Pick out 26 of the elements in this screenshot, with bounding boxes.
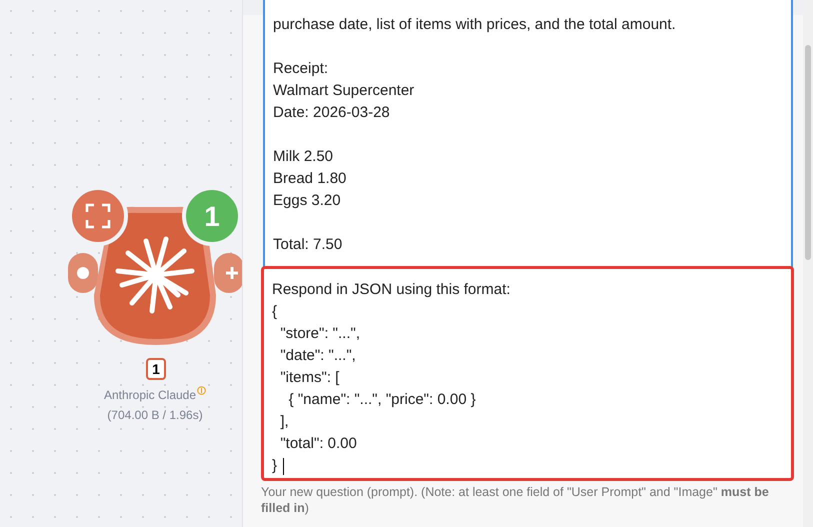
prompt-line: Eggs 3.20 <box>273 191 342 211</box>
prompt-line: { <box>272 302 278 322</box>
prompt-line: ], <box>279 412 289 432</box>
text-cursor <box>283 458 284 474</box>
prompt-line: { "name": "...", "price": 0.00 } <box>288 390 476 410</box>
run-stats: (704.00 B / 1.96s) <box>106 407 204 424</box>
module-name: Anthropic Claude <box>104 387 196 404</box>
prompt-line: "date": "...", <box>279 346 356 366</box>
prompt-line: Walmart Supercenter <box>273 81 416 101</box>
operations-count: 1 <box>204 201 220 232</box>
prompt-line: Receipt: <box>273 59 330 79</box>
prompt-line: Date: 2026-03-28 <box>273 103 391 123</box>
step-number: 1 <box>146 358 166 380</box>
prompt-line: purchase date, list of items with prices, and the total amount. <box>273 15 677 35</box>
scrollbar-thumb[interactable] <box>805 45 811 260</box>
prompt-line: Total: 7.50 <box>273 235 344 255</box>
prompt-line: "items": [ <box>279 368 340 388</box>
prompt-line: Respond in JSON using this format: <box>272 280 510 300</box>
prompt-line: "total": 0.00 <box>279 434 357 454</box>
coin-icon <box>197 386 206 395</box>
field-hint: Your new question (prompt). (Note: at least one field of "User Prompt" and "Image" must be filled in) <box>261 484 770 516</box>
prompt-line: "store": "...", <box>279 324 360 344</box>
prompt-line: Milk 2.50 <box>273 147 334 167</box>
prompt-field[interactable]: purchase date, list of items with prices, and the total amount. Receipt: Walmart Supercenter Date: 2026-03-28 Milk 2.50 Bread 1.80 Eggs 3.20 Total: 7.50 <box>263 0 793 268</box>
prompt-line: Bread 1.80 <box>273 169 348 189</box>
prompt-line: } <box>272 456 278 476</box>
